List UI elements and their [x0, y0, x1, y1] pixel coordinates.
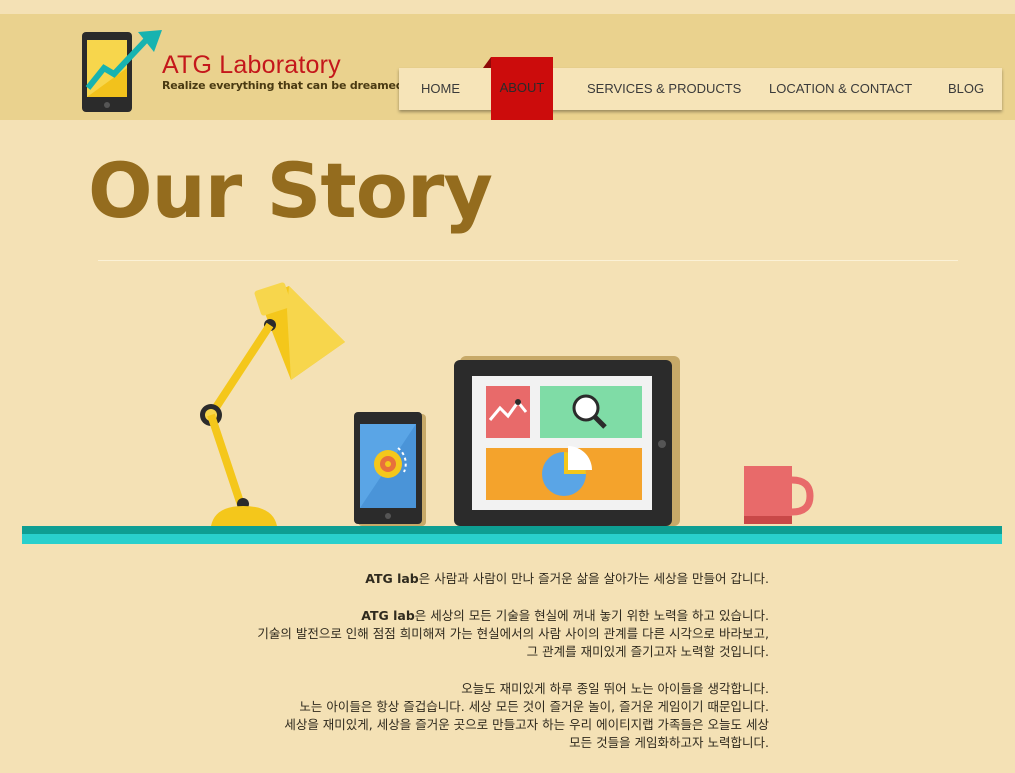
- nav-about[interactable]: ABOUT: [483, 57, 553, 120]
- nav-location-contact[interactable]: LOCATION & CONTACT: [769, 68, 912, 110]
- nav-home[interactable]: HOME: [421, 68, 460, 110]
- page-title: Our Story: [88, 146, 493, 235]
- coffee-mug-icon: [744, 466, 814, 524]
- title-divider: [98, 260, 958, 261]
- phone-growth-arrow-icon[interactable]: [78, 28, 174, 116]
- shelf-top: [22, 526, 1002, 534]
- main-nav: HOME ABOUT SERVICES & PRODUCTS LOCATION …: [399, 57, 1002, 120]
- story-paragraph-1: ATG lab은 사람과 사람이 만나 즐거운 삶을 살아가는 세상을 만들어 …: [150, 570, 769, 588]
- brand-title[interactable]: ATG Laboratory: [162, 51, 341, 80]
- story-paragraph-3-line-4: 모든 것들을 게임화하고자 노력합니다.: [569, 735, 769, 750]
- story-paragraph-2-line-3: 그 관계를 재미있게 즐기고자 노력할 것입니다.: [526, 644, 769, 659]
- story-paragraph-2-line-2: 기술의 발전으로 인해 점점 희미해져 가는 현실에서의 사람 사이의 관계를 …: [257, 626, 769, 641]
- brand-name-bold: ATG lab: [365, 571, 419, 586]
- tablet-dashboard-icon: [454, 356, 680, 526]
- nav-blog[interactable]: BLOG: [948, 68, 984, 110]
- top-strip: [0, 0, 1015, 14]
- brand-name-bold: ATG lab: [361, 608, 415, 623]
- shelf-base: [22, 534, 1002, 544]
- story-paragraph-3-line-3: 세상을 재미있게, 세상을 즐거운 곳으로 만들고자 하는 우리 에이티지랩 가…: [284, 717, 769, 732]
- story-line: 은 사람과 사람이 만나 즐거운 삶을 살아가는 세상을 만들어 갑니다.: [418, 571, 769, 586]
- brand-tagline: Realize everything that can be dreamed: [162, 79, 404, 92]
- smartphone-icon: [354, 412, 426, 526]
- story-paragraph-3-line-1: 오늘도 재미있게 하루 종일 뛰어 노는 아이들을 생각합니다.: [461, 681, 769, 696]
- nav-services-products[interactable]: SERVICES & PRODUCTS: [587, 68, 741, 110]
- hero-illustration: [0, 280, 1015, 550]
- desk-lamp-icon: [200, 282, 345, 526]
- story-paragraph-2-line-1: ATG lab은 세상의 모든 기술을 현실에 꺼내 놓기 위한 노력을 하고 …: [150, 607, 769, 625]
- story-paragraph-3-line-2: 노는 아이들은 항상 즐겁습니다. 세상 모든 것이 즐거운 놀이, 즐거운 게…: [299, 699, 769, 714]
- story-text: ATG lab은 사람과 사람이 만나 즐거운 삶을 살아가는 세상을 만들어 …: [150, 570, 769, 752]
- story-line: 은 세상의 모든 기술을 현실에 꺼내 놓기 위한 노력을 하고 있습니다.: [414, 608, 769, 623]
